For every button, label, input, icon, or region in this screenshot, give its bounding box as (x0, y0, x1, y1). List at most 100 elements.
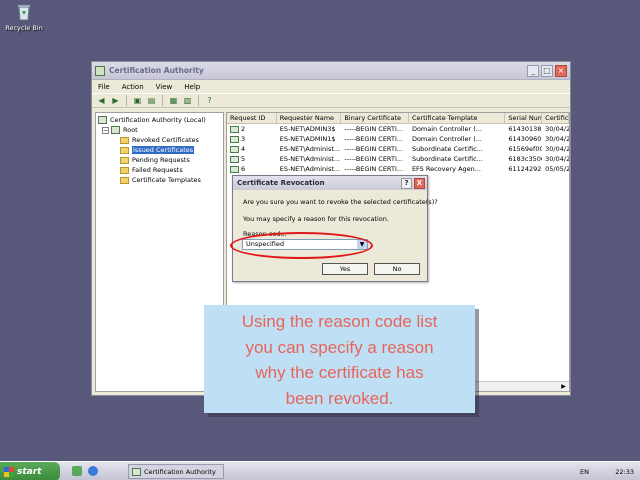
collapse-icon[interactable]: − (102, 126, 109, 134)
requester-name: ES-NET\Administ... (279, 165, 341, 173)
start-button[interactable]: start (0, 462, 60, 480)
certificate-authority-icon (98, 116, 107, 124)
column-header[interactable]: Serial Number (505, 113, 543, 123)
no-button[interactable]: No (374, 263, 420, 275)
tree-item-label: Certificate Templates (132, 176, 201, 184)
folder-icon (120, 136, 129, 144)
minimize-button[interactable]: _ (527, 64, 539, 77)
help-icon[interactable]: ? (204, 95, 215, 106)
clock[interactable]: 22:33 (615, 468, 640, 476)
serial-number: 61124292000... (508, 165, 542, 173)
tree-item-label: Failed Requests (132, 166, 183, 174)
column-header[interactable]: Certific (542, 113, 569, 123)
back-arrow-icon[interactable]: ◀ (96, 95, 107, 106)
tree-item-pending[interactable]: Pending Requests (98, 155, 221, 165)
ca-server-icon (111, 126, 120, 134)
toolbar-separator (162, 95, 163, 106)
certificate-app-icon (132, 467, 141, 476)
binary-certificate: -----BEGIN CERTI... (344, 155, 404, 163)
table-row[interactable]: 5 ES-NET\Administ... -----BEGIN CERTI...… (227, 154, 569, 164)
certificate-date: 30/04/2 (545, 145, 570, 153)
show-hide-tree-icon[interactable]: ▤ (146, 95, 157, 106)
column-header[interactable]: Binary Certificate (341, 113, 409, 123)
column-header[interactable]: Request ID (227, 113, 277, 123)
export-list-icon[interactable]: ▧ (182, 95, 193, 106)
dialog-close-button[interactable]: X (414, 177, 425, 189)
certificate-template: Subordinate Certific... (411, 145, 483, 153)
tree-item-label: Revoked Certificates (132, 136, 199, 144)
tree-item-failed[interactable]: Failed Requests (98, 165, 221, 175)
serial-number: 61569ef0000... (508, 145, 542, 153)
forward-arrow-icon[interactable]: ▶ (110, 95, 121, 106)
recycle-bin-label: Recycle Bin (5, 24, 43, 32)
folder-icon (120, 166, 129, 174)
table-row[interactable]: 6 ES-NET\Administ... -----BEGIN CERTI...… (227, 164, 569, 174)
up-folder-icon[interactable]: ▣ (132, 95, 143, 106)
serial-number: 61430960000... (508, 135, 542, 143)
certificate-icon (230, 145, 239, 153)
properties-icon[interactable]: ▦ (168, 95, 179, 106)
tree-item-templates[interactable]: Certificate Templates (98, 175, 221, 185)
table-row[interactable]: 4 ES-NET\Administ... -----BEGIN CERTI...… (227, 144, 569, 154)
menu-action[interactable]: Action (122, 83, 144, 91)
window-title: Certification Authority (109, 66, 204, 75)
column-header[interactable]: Certificate Template (409, 113, 506, 123)
table-row[interactable]: 2 ES-NET\ADMIN3$ -----BEGIN CERTI... Dom… (227, 124, 569, 134)
tree-item-ca-local[interactable]: Certification Authority (Local) (98, 115, 221, 125)
taskbar-item-label: Certification Authority (144, 467, 216, 476)
column-header[interactable]: Requester Name (277, 113, 342, 123)
certificate-template: Subordinate Certific... (411, 155, 483, 163)
binary-certificate: -----BEGIN CERTI... (344, 145, 404, 153)
certificate-icon (230, 165, 239, 173)
toolbar-separator (198, 95, 199, 106)
certificate-date: 30/04/2 (545, 125, 570, 133)
taskbar-item-certification-authority[interactable]: Certification Authority (128, 464, 224, 479)
dialog-titlebar[interactable]: Certificate Revocation ? X (233, 176, 427, 190)
tree-item-label: Root (123, 126, 138, 134)
scroll-right-icon[interactable]: ▶ (559, 382, 568, 391)
certificate-icon (230, 135, 239, 143)
dialog-help-button[interactable]: ? (401, 177, 412, 189)
menu-view[interactable]: View (156, 83, 173, 91)
menu-file[interactable]: File (98, 83, 110, 91)
start-label: start (17, 466, 42, 477)
folder-icon (120, 146, 129, 154)
callout-line: Using the reason code list (241, 312, 438, 331)
request-id: 2 (241, 125, 246, 133)
window-titlebar[interactable]: Certification Authority _ □ × (92, 62, 570, 80)
binary-certificate: -----BEGIN CERTI... (344, 135, 404, 143)
tree-item-issued[interactable]: Issued Certificates (98, 145, 221, 155)
quicklaunch-desktop-icon[interactable] (72, 466, 82, 476)
toolbar: ◀ ▶ ▣ ▤ ▦ ▧ ? (92, 93, 570, 108)
tree-item-label: Certification Authority (Local) (110, 116, 206, 124)
request-id: 3 (241, 135, 246, 143)
language-indicator[interactable]: EN (580, 468, 589, 476)
highlight-ellipse (230, 232, 373, 259)
recycle-bin-desktop-icon[interactable]: Recycle Bin (4, 2, 44, 32)
tree-item-label: Issued Certificates (132, 146, 195, 154)
maximize-button[interactable]: □ (541, 64, 553, 77)
certificate-date: 05/05/2 (545, 165, 570, 173)
tree-item-revoked[interactable]: Revoked Certificates (98, 135, 221, 145)
tree-item-root[interactable]: − Root (98, 125, 221, 135)
serial-number: 6183c350000... (508, 155, 542, 163)
internet-explorer-icon[interactable] (88, 466, 98, 476)
serial-number: 6143013800000... (508, 125, 542, 133)
requester-name: ES-NET\Administ... (279, 155, 341, 163)
certificate-icon (230, 155, 239, 163)
request-id: 5 (241, 155, 246, 163)
callout-line: been revoked. (285, 388, 394, 408)
tree-item-label: Pending Requests (132, 156, 190, 164)
menu-bar: File Action View Help (92, 80, 570, 93)
table-row[interactable]: 3 ES-NET\ADMIN1$ -----BEGIN CERTI... Dom… (227, 134, 569, 144)
yes-button[interactable]: Yes (322, 263, 368, 275)
callout-line: you can specify a reason (245, 337, 434, 357)
folder-icon (120, 176, 129, 184)
binary-certificate: -----BEGIN CERTI... (344, 165, 404, 173)
binary-certificate: -----BEGIN CERTI... (344, 125, 404, 133)
menu-help[interactable]: Help (184, 83, 200, 91)
certificate-template: Domain Controller (... (411, 135, 482, 143)
certificate-template: Domain Controller (... (411, 125, 482, 133)
close-button[interactable]: × (555, 64, 567, 77)
dialog-hint: You may specify a reason for this revoca… (243, 215, 389, 223)
